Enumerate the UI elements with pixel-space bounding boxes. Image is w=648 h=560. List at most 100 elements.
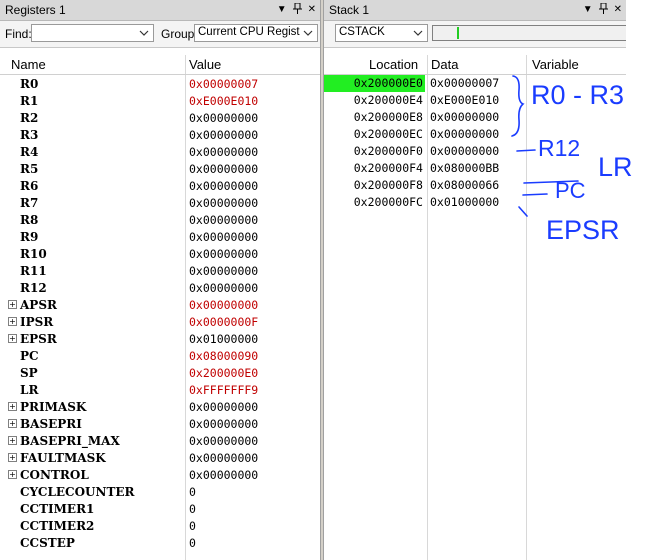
register-value[interactable]: 0	[189, 519, 196, 533]
register-row[interactable]: R6 0x00000000	[0, 177, 320, 194]
register-value[interactable]: 0x08000090	[189, 349, 258, 363]
expand-plus-icon[interactable]: +	[8, 453, 17, 462]
stack-row[interactable]: 0x200000F0 0x00000000	[324, 143, 626, 160]
register-value[interactable]: 0x00000007	[189, 77, 258, 91]
register-value[interactable]: 0x00000000	[189, 162, 258, 176]
register-value[interactable]: 0x00000000	[189, 264, 258, 278]
register-row[interactable]: SP 0x200000E0	[0, 364, 320, 381]
expand-plus-icon[interactable]: +	[8, 300, 17, 309]
stack-data[interactable]: 0x01000000	[430, 194, 499, 211]
register-row[interactable]: + APSR 0x00000000	[0, 296, 320, 313]
register-value[interactable]: 0x01000000	[189, 332, 258, 346]
stack-row[interactable]: 0x200000F8 0x08000066	[324, 177, 626, 194]
chevron-down-icon[interactable]	[411, 25, 425, 41]
register-row[interactable]: R9 0x00000000	[0, 228, 320, 245]
register-row[interactable]: R12 0x00000000	[0, 279, 320, 296]
pin-icon[interactable]	[292, 2, 302, 18]
stack-location: 0x200000EC	[353, 127, 423, 141]
stack-data[interactable]: 0x00000000	[430, 109, 499, 126]
chevron-down-icon[interactable]	[137, 25, 151, 41]
window-menu-icon[interactable]: ▼	[277, 4, 287, 16]
register-row[interactable]: R2 0x00000000	[0, 109, 320, 126]
expand-plus-icon[interactable]: +	[8, 470, 17, 479]
register-value[interactable]: 0	[189, 536, 196, 550]
pin-icon[interactable]	[598, 2, 608, 18]
stack-data[interactable]: 0x08000066	[430, 177, 499, 194]
register-row[interactable]: R3 0x00000000	[0, 126, 320, 143]
name-column-header[interactable]: Name	[11, 57, 46, 72]
register-value[interactable]: 0x00000000	[189, 417, 258, 431]
location-column-header[interactable]: Location	[369, 57, 418, 72]
expand-plus-icon[interactable]: +	[8, 419, 17, 428]
register-row[interactable]: R8 0x00000000	[0, 211, 320, 228]
register-value[interactable]: 0x00000000	[189, 451, 258, 465]
variable-column-header[interactable]: Variable	[532, 57, 579, 72]
register-value[interactable]: 0x00000000	[189, 247, 258, 261]
register-value[interactable]: 0x00000000	[189, 281, 258, 295]
chevron-down-icon[interactable]	[301, 25, 315, 41]
register-value[interactable]: 0	[189, 502, 196, 516]
register-row[interactable]: PC 0x08000090	[0, 347, 320, 364]
register-value[interactable]: 0x00000000	[189, 179, 258, 193]
register-value[interactable]: 0x00000000	[189, 230, 258, 244]
register-value[interactable]: 0	[189, 485, 196, 499]
register-row[interactable]: + CONTROL 0x00000000	[0, 466, 320, 483]
close-icon[interactable]: ✕	[614, 4, 622, 16]
expand-plus-icon[interactable]: +	[8, 334, 17, 343]
group-combobox[interactable]: Current CPU Registe	[194, 24, 318, 42]
register-row[interactable]: R1 0xE000E010	[0, 92, 320, 109]
stack-row[interactable]: 0x200000FC 0x01000000	[324, 194, 626, 211]
stack-row[interactable]: 0x200000E0 0x00000007	[324, 75, 626, 92]
data-column-header[interactable]: Data	[431, 57, 458, 72]
register-value[interactable]: 0x200000E0	[189, 366, 258, 380]
register-value[interactable]: 0x0000000F	[189, 315, 258, 329]
register-row[interactable]: CCTIMER2 0	[0, 517, 320, 534]
find-combobox[interactable]	[31, 24, 154, 42]
register-value[interactable]: 0xFFFFFFF9	[189, 383, 258, 397]
register-value[interactable]: 0x00000000	[189, 196, 258, 210]
expand-plus-icon[interactable]: +	[8, 402, 17, 411]
stack-selector[interactable]: CSTACK	[335, 24, 428, 42]
stack-row[interactable]: 0x200000F4 0x080000BB	[324, 160, 626, 177]
register-row[interactable]: R10 0x00000000	[0, 245, 320, 262]
register-row[interactable]: LR 0xFFFFFFF9	[0, 381, 320, 398]
stack-data[interactable]: 0xE000E010	[430, 92, 499, 109]
register-value[interactable]: 0x00000000	[189, 111, 258, 125]
register-value[interactable]: 0x00000000	[189, 400, 258, 414]
close-icon[interactable]: ✕	[308, 4, 316, 16]
value-column-header[interactable]: Value	[189, 57, 221, 72]
stack-data[interactable]: 0x00000000	[430, 143, 499, 160]
expand-plus-icon[interactable]: +	[8, 436, 17, 445]
register-value[interactable]: 0x00000000	[189, 468, 258, 482]
register-value[interactable]: 0xE000E010	[189, 94, 258, 108]
register-value[interactable]: 0x00000000	[189, 128, 258, 142]
stack-row[interactable]: 0x200000E8 0x00000000	[324, 109, 626, 126]
register-row[interactable]: CYCLECOUNTER 0	[0, 483, 320, 500]
register-row[interactable]: + PRIMASK 0x00000000	[0, 398, 320, 415]
register-value[interactable]: 0x00000000	[189, 298, 258, 312]
register-value[interactable]: 0x00000000	[189, 145, 258, 159]
register-row[interactable]: R7 0x00000000	[0, 194, 320, 211]
register-name: R7	[20, 196, 39, 210]
register-row[interactable]: CCSTEP 0	[0, 534, 320, 551]
register-row[interactable]: + IPSR 0x0000000F	[0, 313, 320, 330]
register-row[interactable]: + EPSR 0x01000000	[0, 330, 320, 347]
stack-usage-marker	[457, 27, 459, 39]
register-value[interactable]: 0x00000000	[189, 213, 258, 227]
register-row[interactable]: + FAULTMASK 0x00000000	[0, 449, 320, 466]
register-row[interactable]: R0 0x00000007	[0, 75, 320, 92]
register-row[interactable]: R4 0x00000000	[0, 143, 320, 160]
register-row[interactable]: R11 0x00000000	[0, 262, 320, 279]
stack-data[interactable]: 0x00000000	[430, 126, 499, 143]
register-row[interactable]: CCTIMER1 0	[0, 500, 320, 517]
stack-data[interactable]: 0x00000007	[430, 75, 499, 92]
stack-data[interactable]: 0x080000BB	[430, 160, 499, 177]
expand-plus-icon[interactable]: +	[8, 317, 17, 326]
register-row[interactable]: + BASEPRI_MAX 0x00000000	[0, 432, 320, 449]
register-row[interactable]: R5 0x00000000	[0, 160, 320, 177]
register-row[interactable]: + BASEPRI 0x00000000	[0, 415, 320, 432]
window-menu-icon[interactable]: ▼	[583, 4, 593, 16]
stack-row[interactable]: 0x200000E4 0xE000E010	[324, 92, 626, 109]
stack-row[interactable]: 0x200000EC 0x00000000	[324, 126, 626, 143]
register-value[interactable]: 0x00000000	[189, 434, 258, 448]
